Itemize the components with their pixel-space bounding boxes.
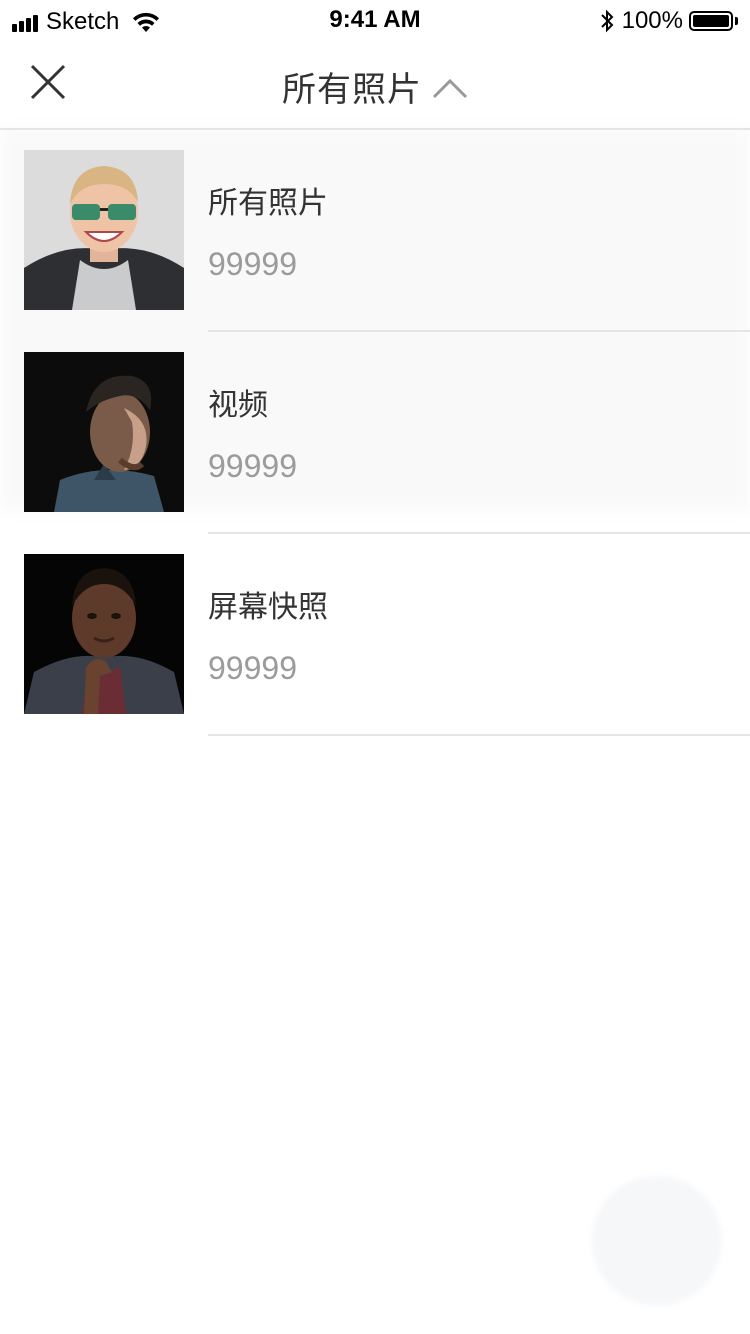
album-thumbnail	[24, 150, 184, 310]
floating-action-button[interactable]	[592, 1176, 722, 1306]
battery-fill	[693, 15, 729, 27]
divider	[208, 734, 750, 736]
portrait-profile-image	[24, 352, 184, 512]
album-list: 所有照片 99999 视频 99999 屏幕快照 99999	[0, 130, 750, 736]
album-count: 99999	[208, 246, 297, 282]
battery-icon	[689, 11, 733, 31]
album-thumbnail	[24, 352, 184, 512]
page-title: 所有照片	[282, 70, 422, 110]
bluetooth-icon	[600, 9, 614, 33]
chevron-up-icon	[432, 78, 468, 98]
album-switcher[interactable]: 所有照片	[0, 62, 750, 111]
battery-percent: 100%	[621, 7, 683, 34]
album-name: 所有照片	[208, 186, 328, 221]
portrait-sunglasses-image	[24, 150, 184, 310]
battery-tip	[735, 17, 738, 25]
album-thumbnail	[24, 554, 184, 714]
status-right: 100%	[600, 7, 738, 35]
nav-bar: 所有照片	[0, 40, 750, 130]
album-name: 视频	[208, 388, 268, 423]
album-count: 99999	[208, 448, 297, 484]
status-bar: Sketch 9:41 AM 100%	[0, 0, 750, 40]
album-item-all-photos[interactable]: 所有照片 99999	[0, 130, 750, 332]
album-name: 屏幕快照	[208, 590, 328, 625]
portrait-hand-chin-image	[24, 554, 184, 714]
album-picker-screen: Sketch 9:41 AM 100% 所有照片 所有照片 99999 视频 9…	[0, 0, 750, 1334]
album-item-videos[interactable]: 视频 99999	[0, 332, 750, 534]
album-count: 99999	[208, 650, 297, 686]
album-item-screenshots[interactable]: 屏幕快照 99999	[0, 534, 750, 736]
